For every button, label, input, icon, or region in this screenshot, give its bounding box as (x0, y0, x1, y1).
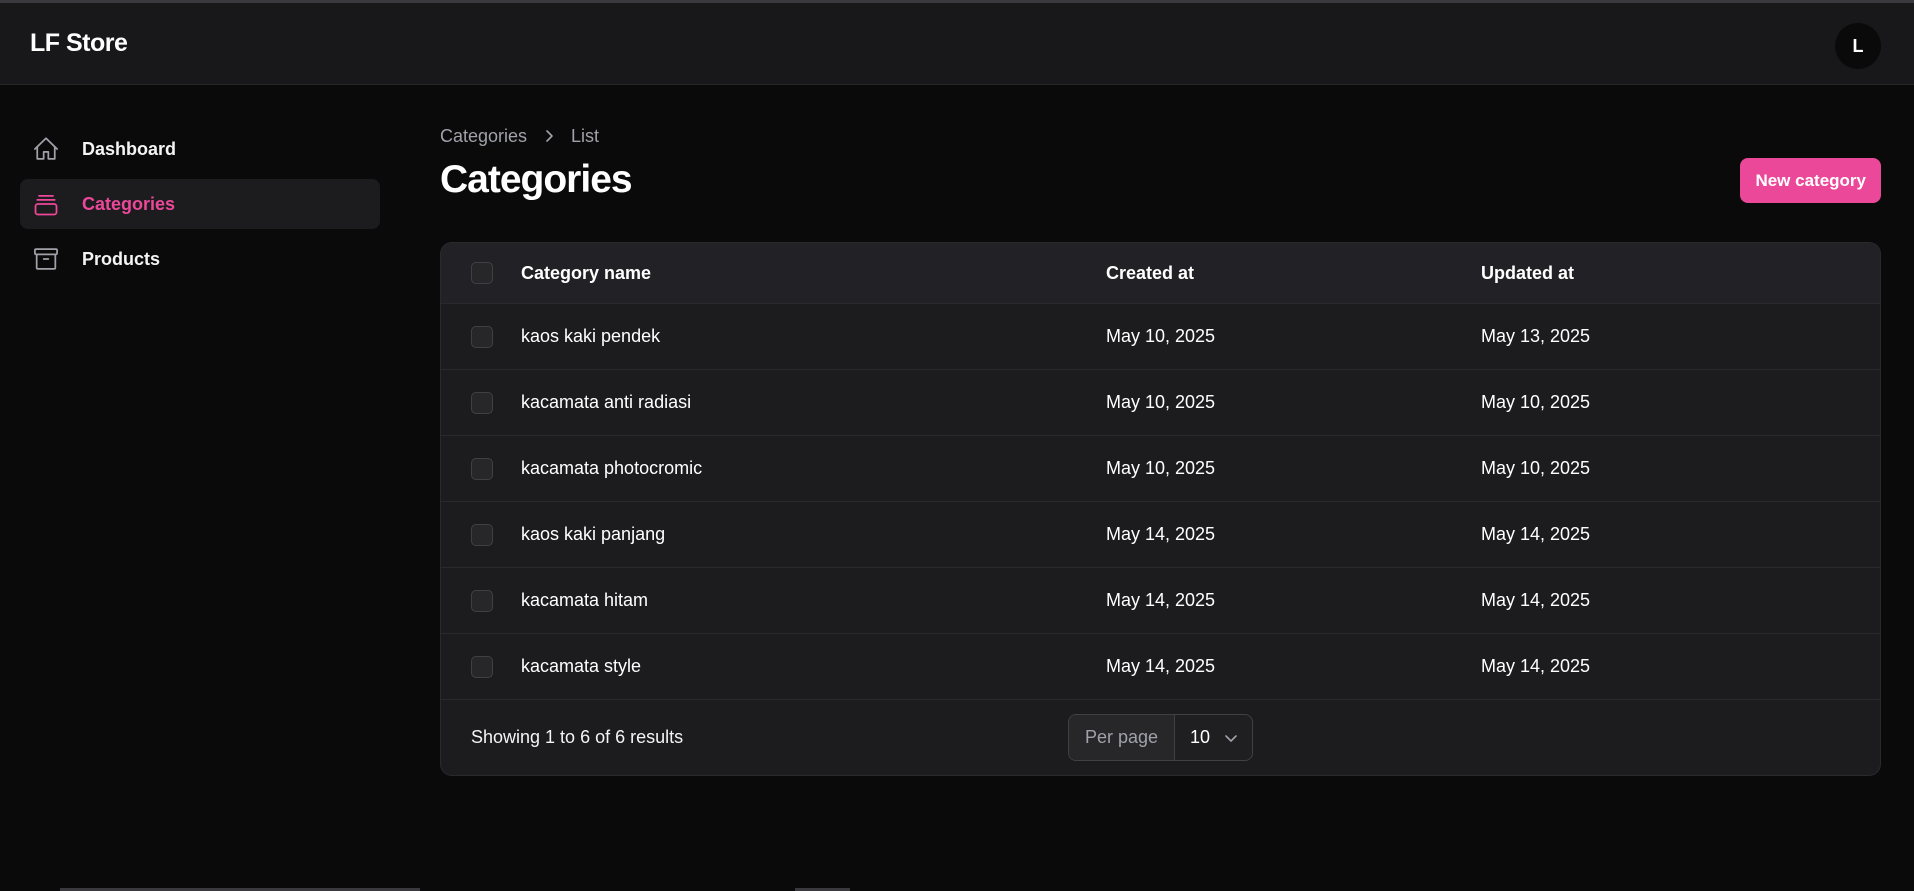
category-name-cell: kacamata photocromic (521, 458, 703, 478)
brand-logo[interactable]: LF Store (30, 29, 128, 58)
results-summary: Showing 1 to 6 of 6 results (471, 727, 684, 747)
category-name-cell: kacamata hitam (521, 590, 649, 610)
category-name-cell: kacamata anti radiasi (521, 392, 692, 412)
chevron-right-icon (543, 129, 555, 143)
per-page-label: Per page (1069, 715, 1175, 760)
table-header-row: Category name Created at Updated at (441, 243, 1880, 304)
table-row[interactable]: kacamata hitam May 14, 2025 May 14, 2025 (441, 568, 1880, 634)
column-header-updated-at[interactable]: Updated at (1481, 263, 1856, 284)
updated-at-cell: May 10, 2025 (1481, 458, 1591, 478)
created-at-cell: May 10, 2025 (1106, 326, 1216, 346)
created-at-cell: May 14, 2025 (1106, 524, 1216, 544)
table-row[interactable]: kacamata style May 14, 2025 May 14, 2025 (441, 634, 1880, 700)
created-at-cell: May 14, 2025 (1106, 656, 1216, 676)
updated-at-cell: May 10, 2025 (1481, 392, 1591, 412)
stack-icon (32, 190, 60, 218)
table-row[interactable]: kacamata anti radiasi May 10, 2025 May 1… (441, 370, 1880, 436)
row-checkbox[interactable] (471, 325, 493, 348)
table-footer: Showing 1 to 6 of 6 results Per page 10 (441, 700, 1880, 775)
created-at-cell: May 10, 2025 (1106, 458, 1216, 478)
sidebar-item-label: Products (82, 248, 161, 269)
table-row[interactable]: kaos kaki panjang May 14, 2025 May 14, 2… (441, 502, 1880, 568)
column-header-created-at[interactable]: Created at (1106, 263, 1481, 284)
sidebar-item-dashboard[interactable]: Dashboard (20, 124, 380, 174)
page-title: Categories (440, 158, 633, 201)
per-page-control: Per page 10 (1068, 714, 1253, 761)
row-checkbox[interactable] (471, 457, 493, 480)
archive-box-icon (32, 245, 60, 273)
top-bar: LF Store L (0, 3, 1914, 85)
updated-at-cell: May 14, 2025 (1481, 524, 1591, 544)
home-icon (32, 135, 60, 163)
row-checkbox[interactable] (471, 391, 493, 414)
user-avatar[interactable]: L (1835, 23, 1881, 69)
main-content: Categories List Categories New category … (440, 120, 1881, 776)
table-row[interactable]: kacamata photocromic May 10, 2025 May 10… (441, 436, 1880, 502)
sidebar-item-categories[interactable]: Categories (20, 179, 380, 229)
updated-at-cell: May 13, 2025 (1481, 326, 1591, 346)
column-header-category-name[interactable]: Category name (521, 263, 1106, 284)
created-at-cell: May 10, 2025 (1106, 392, 1216, 412)
created-at-cell: May 14, 2025 (1106, 590, 1216, 610)
row-checkbox[interactable] (471, 589, 493, 612)
chevron-down-icon (1224, 733, 1238, 743)
updated-at-cell: May 14, 2025 (1481, 590, 1591, 610)
sidebar-item-products[interactable]: Products (20, 234, 380, 284)
updated-at-cell: May 14, 2025 (1481, 656, 1591, 676)
categories-table: Category name Created at Updated at kaos… (440, 242, 1881, 776)
breadcrumb-current: List (571, 125, 600, 146)
category-name-cell: kaos kaki pendek (521, 326, 661, 346)
row-checkbox[interactable] (471, 655, 493, 678)
row-checkbox[interactable] (471, 523, 493, 546)
select-all-checkbox[interactable] (471, 262, 493, 284)
sidebar: Dashboard Categories Products (20, 124, 380, 289)
category-name-cell: kaos kaki panjang (521, 524, 666, 544)
category-name-cell: kacamata style (521, 656, 642, 676)
table-row[interactable]: kaos kaki pendek May 10, 2025 May 13, 20… (441, 304, 1880, 370)
breadcrumb-parent-link[interactable]: Categories (440, 126, 527, 147)
sidebar-item-label: Categories (82, 193, 176, 214)
new-category-button[interactable]: New category (1740, 158, 1881, 203)
per-page-value: 10 (1190, 727, 1211, 747)
sidebar-item-label: Dashboard (82, 138, 177, 159)
breadcrumb: Categories List (440, 120, 1881, 152)
per-page-select[interactable]: 10 (1175, 715, 1252, 760)
